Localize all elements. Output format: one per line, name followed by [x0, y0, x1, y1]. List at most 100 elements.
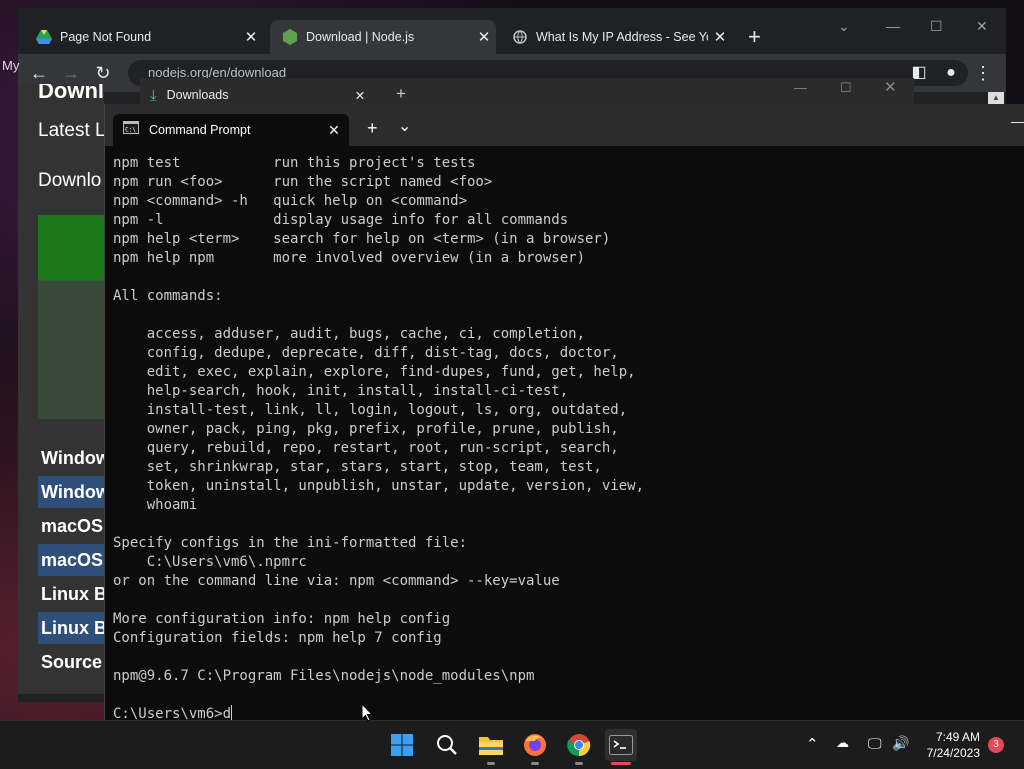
download-row[interactable]: Linux B: [38, 612, 104, 644]
windows-icon: [391, 734, 413, 756]
terminal-line: token, uninstall, unpublish, unstar, upd…: [113, 478, 645, 494]
running-indicator: [531, 762, 539, 765]
terminal-tab-title: Command Prompt: [149, 123, 251, 137]
chrome-icon: [567, 734, 591, 757]
notification-badge[interactable]: 3: [988, 737, 1004, 753]
page-subheading: Latest LT: [38, 120, 104, 141]
terminal-line: Configuration fields: npm help 7 config: [113, 630, 442, 646]
more-menu-icon[interactable]: ⋮: [972, 62, 994, 84]
chevron-up-icon[interactable]: ⌃: [806, 735, 819, 753]
page-heading: Downlo: [38, 84, 104, 103]
terminal-line: access, adduser, audit, bugs, cache, ci,…: [113, 326, 586, 342]
download-row[interactable]: Source: [38, 646, 104, 678]
terminal-line: config, dedupe, deprecate, diff, dist-ta…: [113, 345, 619, 361]
terminal-button[interactable]: [605, 729, 637, 765]
back-arrow-icon[interactable]: ←: [28, 62, 50, 84]
nodejs-page: Downlo Latest LT Downlo Window Window ma…: [18, 84, 104, 694]
network-icon[interactable]: 🖵: [868, 735, 882, 752]
chrome-tab-title: What Is My IP Address - See You: [536, 30, 708, 44]
text-cursor: [231, 705, 233, 720]
terminal-tab-command-prompt[interactable]: C:\ Command Prompt ✕: [113, 114, 349, 146]
command-prompt-window: C:\ Command Prompt ✕ + ⌄ — npm test run …: [104, 104, 1024, 720]
close-icon[interactable]: ✕: [472, 28, 496, 46]
volume-icon[interactable]: 🔊: [892, 735, 909, 752]
start-button[interactable]: [386, 729, 418, 761]
terminal-icon: [609, 735, 633, 755]
maximize-icon[interactable]: ☐: [930, 18, 943, 35]
minimize-icon[interactable]: —: [886, 18, 900, 34]
search-icon: [437, 735, 457, 755]
profile-icon[interactable]: ●: [940, 62, 962, 84]
download-row[interactable]: macOS: [38, 510, 104, 542]
downloads-tab-title: Downloads: [166, 88, 229, 102]
chrome-tab-title: Page Not Found: [60, 30, 152, 44]
cmd-icon: C:\: [123, 121, 139, 139]
terminal-output[interactable]: npm test run this project's tests npm run…: [113, 154, 1017, 720]
close-icon[interactable]: ✕: [708, 28, 732, 46]
terminal-line: npm <command> -h quick help on <command>: [113, 193, 468, 209]
terminal-tabbar: C:\ Command Prompt ✕ + ⌄ —: [105, 104, 1024, 146]
new-tab-button[interactable]: +: [748, 24, 761, 50]
chevron-down-icon[interactable]: ⌄: [838, 18, 850, 35]
close-icon[interactable]: ✕: [239, 28, 263, 46]
minimize-icon[interactable]: —: [1011, 114, 1024, 129]
download-row[interactable]: macOS: [38, 544, 104, 576]
taskbar: ⌃ ☁ 🖵 🔊 7:49 AM 7/24/2023 3: [0, 720, 1024, 769]
chrome-tab-title: Download | Node.js: [306, 30, 415, 44]
chrome-button[interactable]: [563, 729, 595, 765]
download-row[interactable]: Linux B: [38, 578, 104, 610]
close-window-icon[interactable]: ✕: [884, 78, 897, 96]
clock-date: 7/24/2023: [926, 746, 980, 760]
minimize-icon[interactable]: —: [794, 80, 807, 95]
close-window-icon[interactable]: ✕: [976, 18, 988, 35]
chrome-tab-nodejs[interactable]: Download | Node.js ✕: [270, 20, 496, 54]
chrome-tab-page-not-found[interactable]: Page Not Found ✕: [18, 20, 263, 54]
terminal-line: npm help npm more involved overview (in …: [113, 250, 586, 266]
running-indicator: [575, 762, 583, 765]
reload-icon[interactable]: ↻: [92, 62, 114, 84]
chrome-tabstrip: Page Not Found ✕ Download | Node.js ✕ Wh…: [18, 8, 1006, 54]
terminal-line: query, rebuild, repo, restart, root, run…: [113, 440, 619, 456]
chevron-down-icon[interactable]: ⌄: [398, 116, 411, 136]
svg-text:C:\: C:\: [125, 127, 136, 134]
cloud-offline-icon[interactable]: ☁: [836, 735, 849, 751]
mouse-pointer-icon: [361, 702, 374, 728]
new-tab-button[interactable]: +: [367, 118, 378, 139]
download-panel[interactable]: [38, 215, 104, 419]
forward-arrow-icon[interactable]: →: [60, 62, 82, 84]
terminal-line: whoami: [113, 497, 198, 513]
chrome-tab-ip-address[interactable]: What Is My IP Address - See You ✕: [500, 20, 732, 54]
terminal-line: All commands:: [113, 288, 223, 304]
terminal-line: npm help <term> search for help on <term…: [113, 231, 611, 247]
nodejs-icon: [282, 29, 298, 45]
terminal-line: npm test run this project's tests: [113, 155, 476, 171]
terminal-line: owner, pack, ping, pkg, prefix, profile,…: [113, 421, 619, 437]
terminal-line: or on the command line via: npm <command…: [113, 573, 560, 589]
terminal-prompt: C:\Users\vm6>d: [113, 706, 232, 720]
download-icon: ⤓: [150, 86, 157, 104]
close-icon[interactable]: ✕: [319, 122, 349, 139]
system-clock[interactable]: 7:49 AM 7/24/2023: [927, 729, 980, 761]
folder-icon: [479, 737, 503, 755]
terminal-prompt-line[interactable]: C:\Users\vm6>d: [113, 705, 1017, 720]
search-button[interactable]: [431, 729, 463, 761]
terminal-line: edit, exec, explain, explore, find-dupes…: [113, 364, 636, 380]
firefox-button[interactable]: [519, 729, 551, 765]
terminal-line: set, shrinkwrap, star, stars, start, sto…: [113, 459, 602, 475]
scroll-up-icon[interactable]: ▲: [988, 92, 1004, 104]
download-row[interactable]: Window: [38, 442, 104, 474]
terminal-line: C:\Users\vm6\.npmrc: [113, 554, 307, 570]
new-tab-button[interactable]: +: [396, 84, 406, 104]
download-row[interactable]: Window: [38, 476, 104, 508]
globe-icon: [512, 29, 528, 45]
firefox-icon: [524, 734, 546, 756]
terminal-line: Specify configs in the ini-formatted fil…: [113, 535, 468, 551]
maximize-icon[interactable]: ☐: [840, 80, 852, 96]
close-icon[interactable]: ✕: [348, 88, 372, 103]
running-indicator: [487, 762, 495, 765]
terminal-line: npm@9.6.7 C:\Program Files\nodejs\node_m…: [113, 668, 535, 684]
file-explorer-button[interactable]: [475, 729, 507, 765]
